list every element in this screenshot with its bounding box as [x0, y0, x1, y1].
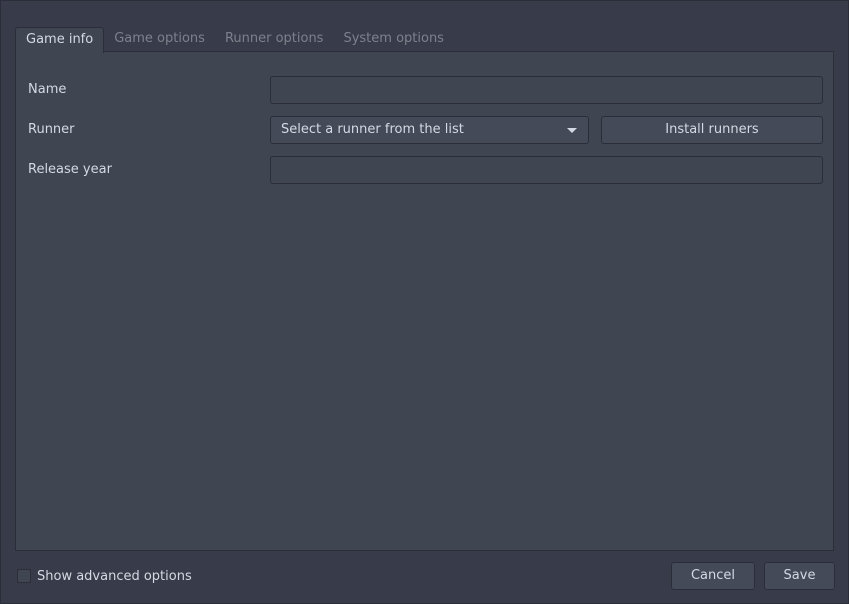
name-label: Name	[28, 82, 67, 97]
install-runners-button[interactable]: Install runners	[601, 116, 823, 144]
game-info-panel: Name Runner Select a runner from the lis…	[15, 51, 834, 551]
tab-system-options[interactable]: System options	[333, 27, 454, 52]
tab-runner-options[interactable]: Runner options	[215, 27, 334, 52]
runner-dropdown[interactable]: Select a runner from the list	[270, 116, 589, 144]
runner-dropdown-value: Select a runner from the list	[281, 122, 464, 137]
show-advanced-options-toggle[interactable]: Show advanced options	[17, 567, 192, 585]
game-config-dialog: Game info Game options Runner options Sy…	[0, 0, 849, 604]
tab-game-options[interactable]: Game options	[104, 27, 215, 52]
release-year-label: Release year	[28, 162, 112, 177]
cancel-button[interactable]: Cancel	[671, 562, 755, 590]
tab-game-info[interactable]: Game info	[15, 27, 105, 53]
runner-label: Runner	[28, 122, 75, 137]
release-year-input[interactable]	[270, 156, 823, 184]
show-advanced-options-checkbox[interactable]	[17, 569, 31, 583]
show-advanced-options-label: Show advanced options	[37, 568, 192, 584]
dialog-footer: Show advanced options Cancel Save	[1, 561, 848, 591]
name-input[interactable]	[270, 76, 823, 104]
tab-bar: Game info Game options Runner options Sy…	[15, 27, 454, 53]
save-button[interactable]: Save	[764, 562, 835, 590]
chevron-down-icon	[567, 128, 577, 133]
